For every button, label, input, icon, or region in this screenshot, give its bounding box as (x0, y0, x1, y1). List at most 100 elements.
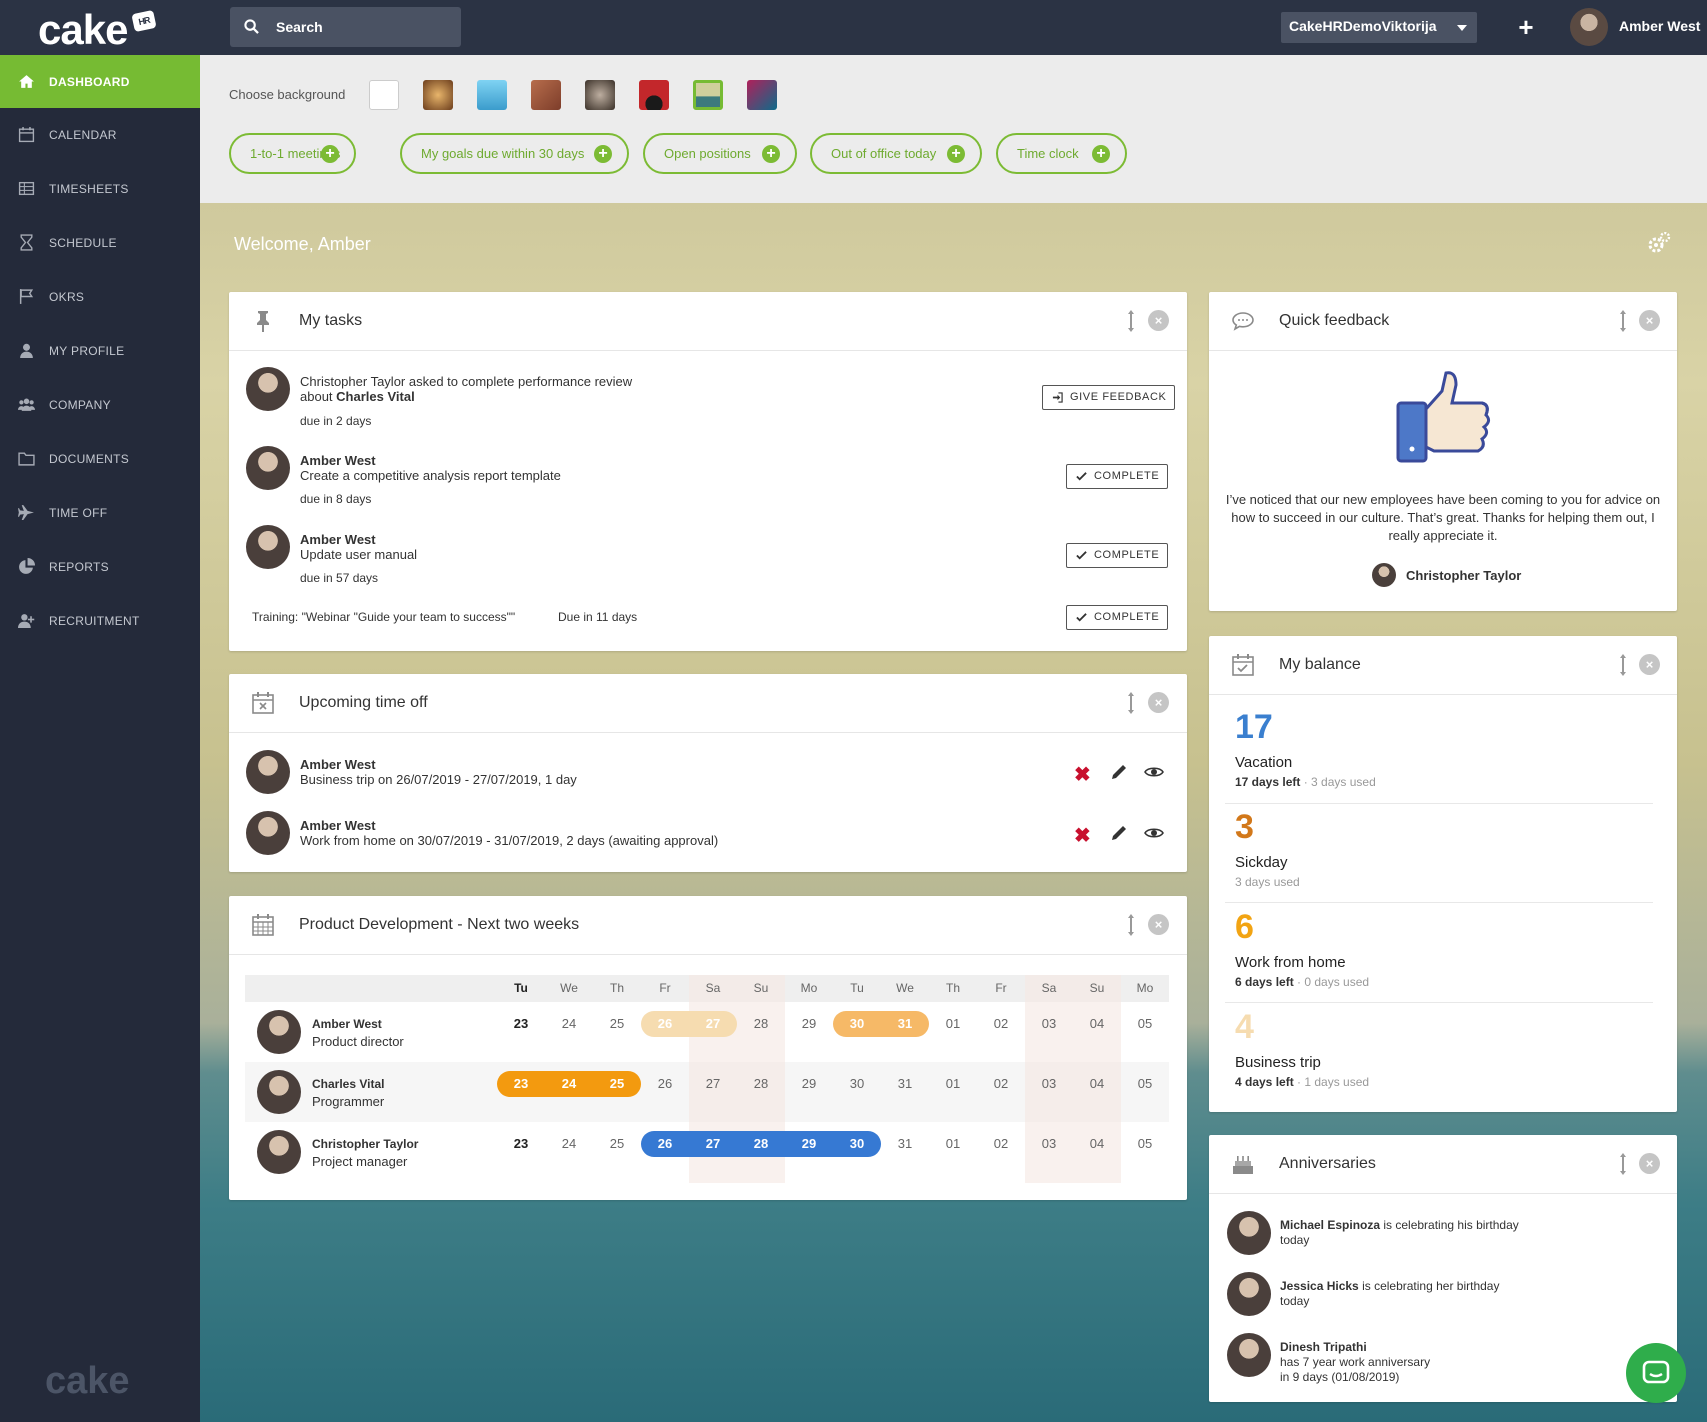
day-cell: 01 (945, 1136, 961, 1151)
cancel-x-icon[interactable]: ✖ (1074, 823, 1091, 848)
edit-pencil-icon[interactable] (1110, 763, 1128, 781)
sidebar-item-schedule[interactable]: Schedule (0, 216, 200, 269)
day-cell: 30 (849, 1016, 865, 1031)
check-icon (1076, 472, 1087, 481)
drag-handle-icon[interactable] (1127, 692, 1135, 714)
drag-handle-icon[interactable] (1127, 310, 1135, 332)
balance-label: Work from home (1235, 954, 1346, 971)
user-name[interactable]: Amber West (1619, 18, 1700, 34)
upcoming-time-off-card: Upcoming time off × Amber West Business … (229, 674, 1187, 872)
time-off-details: Work from home on 30/07/2019 - 31/07/201… (300, 833, 719, 848)
time-off-employee: Amber West (300, 818, 376, 833)
add-widget-my-goals[interactable]: My goals due within 30 days + (400, 133, 629, 174)
anniversary-item: Dinesh Tripathi has 7 year work anniversa… (1280, 1340, 1431, 1384)
sidebar-item-reports[interactable]: Reports (0, 540, 200, 593)
chevron-down-icon (1457, 25, 1467, 31)
background-swatch-selected[interactable] (693, 80, 723, 110)
sidebar-item-okrs[interactable]: OKRs (0, 270, 200, 323)
background-swatch[interactable] (585, 80, 615, 110)
background-swatch[interactable] (423, 80, 453, 110)
sidebar-item-company[interactable]: Company (0, 378, 200, 431)
task-description: Create a competitive analysis report tem… (300, 468, 561, 483)
add-widget-time-clock[interactable]: Time clock + (996, 133, 1127, 174)
complete-button[interactable]: COMPLETE (1066, 464, 1169, 489)
background-swatch[interactable] (477, 80, 507, 110)
close-icon[interactable]: × (1148, 914, 1169, 935)
drag-handle-icon[interactable] (1619, 654, 1627, 676)
avatar (246, 750, 290, 794)
card-title: Quick feedback (1279, 312, 1390, 329)
task-due: due in 8 days (300, 492, 372, 506)
team-calendar-card: Product Development - Next two weeks × A… (229, 896, 1187, 1200)
member-name: Christopher Taylor (312, 1137, 419, 1151)
user-avatar[interactable] (1570, 8, 1608, 46)
add-widget-open-positions[interactable]: Open positions + (643, 133, 797, 174)
add-widget-1-to-1-meetings[interactable]: 1-to-1 meetings + (229, 133, 356, 174)
card-header: Anniversaries × (1209, 1135, 1677, 1194)
drag-handle-icon[interactable] (1127, 914, 1135, 936)
add-widget-out-of-office[interactable]: Out of office today + (810, 133, 982, 174)
settings-gears-icon[interactable] (1647, 232, 1671, 254)
day-cell: 05 (1137, 1076, 1153, 1091)
plus-circle-icon: + (947, 145, 965, 163)
plane-icon (18, 505, 34, 520)
balance-label: Business trip (1235, 1054, 1321, 1071)
sidebar-item-dashboard[interactable]: Dashboard (0, 55, 200, 108)
sidebar-item-calendar[interactable]: Calendar (0, 108, 200, 161)
anniversary-item: Michael Espinoza is celebrating his birt… (1280, 1218, 1519, 1247)
background-swatch[interactable] (639, 80, 669, 110)
close-icon[interactable]: × (1639, 1153, 1660, 1174)
day-cell: 25 (609, 1016, 625, 1031)
day-header: Tu (514, 981, 528, 995)
view-eye-icon[interactable] (1144, 826, 1164, 840)
day-cell: 03 (1041, 1076, 1057, 1091)
search-placeholder: Search (276, 19, 323, 35)
day-cell: 30 (849, 1076, 865, 1091)
card-header: Quick feedback × (1209, 292, 1677, 351)
task-assignee: Amber West (300, 453, 376, 468)
sidebar-item-documents[interactable]: Documents (0, 432, 200, 485)
home-icon (19, 75, 34, 88)
card-title: My balance (1279, 656, 1361, 673)
user-plus-icon (18, 614, 35, 628)
day-cell: 04 (1089, 1136, 1105, 1151)
avatar (1227, 1211, 1271, 1255)
edit-pencil-icon[interactable] (1110, 824, 1128, 842)
background-swatch[interactable] (369, 80, 399, 110)
complete-button[interactable]: COMPLETE (1066, 605, 1169, 630)
day-header: Su (1089, 981, 1105, 995)
chat-launcher-button[interactable] (1626, 1343, 1686, 1403)
give-feedback-button[interactable]: GIVE FEEDBACK (1042, 385, 1176, 410)
sidebar-item-time-off[interactable]: Time off (0, 486, 200, 539)
my-balance-card: My balance × 17 Vacation 17 days left · … (1209, 636, 1677, 1112)
day-header: Th (945, 981, 960, 995)
drag-handle-icon[interactable] (1619, 310, 1627, 332)
day-cell: 23 (513, 1136, 529, 1151)
sidebar-item-my-profile[interactable]: My profile (0, 324, 200, 377)
sidebar-item-timesheets[interactable]: Timesheets (0, 162, 200, 215)
drag-handle-icon[interactable] (1619, 1153, 1627, 1175)
complete-button[interactable]: COMPLETE (1066, 543, 1169, 568)
close-icon[interactable]: × (1639, 654, 1660, 675)
table-icon (18, 181, 35, 196)
cancel-x-icon[interactable]: ✖ (1074, 762, 1091, 787)
close-icon[interactable]: × (1148, 692, 1169, 713)
divider (1225, 803, 1653, 804)
avatar (246, 811, 290, 855)
close-icon[interactable]: × (1639, 310, 1660, 331)
background-swatch[interactable] (531, 80, 561, 110)
background-swatch[interactable] (747, 80, 777, 110)
close-icon[interactable]: × (1148, 310, 1169, 331)
sidebar-item-recruitment[interactable]: Recruitment (0, 594, 200, 647)
cake-hr-logo[interactable]: cake HR (38, 6, 157, 54)
calendar-x-icon (252, 692, 274, 714)
search-box[interactable]: Search (230, 7, 461, 47)
view-eye-icon[interactable] (1144, 765, 1164, 779)
day-cell: 24 (561, 1076, 577, 1091)
avatar (246, 367, 290, 411)
sidebar: Dashboard Calendar Timesheets Schedule O… (0, 55, 200, 1422)
account-select[interactable]: CakeHRDemoViktorija (1281, 12, 1477, 43)
day-header: We (560, 981, 578, 995)
day-cell: 02 (993, 1016, 1009, 1031)
add-plus-icon[interactable]: + (1515, 12, 1537, 43)
